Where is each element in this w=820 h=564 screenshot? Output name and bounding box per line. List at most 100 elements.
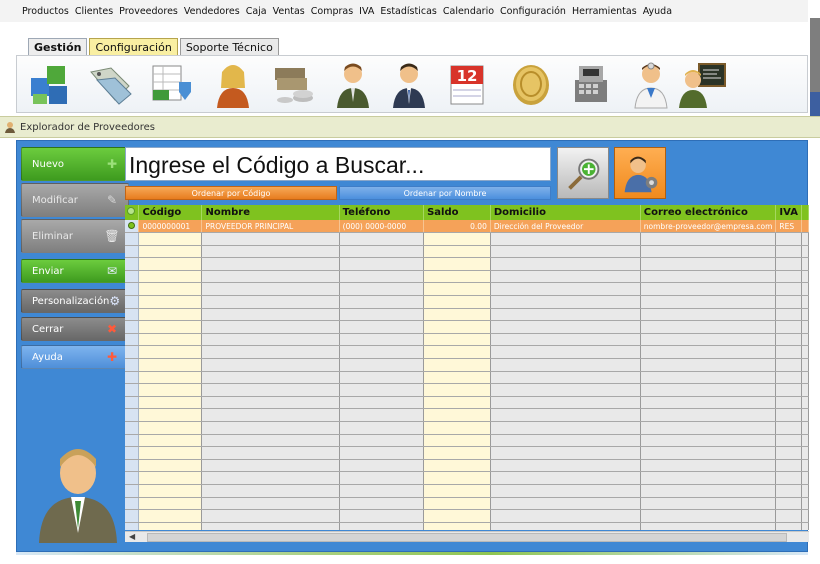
empty-table-row[interactable] — [125, 308, 809, 322]
table-cell[interactable] — [490, 358, 641, 372]
tab-0[interactable]: Gestión — [28, 38, 88, 56]
table-cell[interactable] — [339, 434, 425, 448]
table-cell[interactable] — [775, 408, 802, 422]
table-cell[interactable] — [775, 308, 802, 322]
empty-table-row[interactable] — [125, 446, 809, 460]
excel-import-icon[interactable] — [145, 58, 197, 110]
table-cell[interactable] — [138, 396, 203, 410]
table-cell[interactable] — [339, 320, 425, 334]
table-cell[interactable] — [201, 484, 340, 498]
horizontal-scrollbar[interactable]: ◀ — [125, 531, 809, 542]
table-cell[interactable] — [490, 295, 641, 309]
table-cell[interactable] — [201, 282, 340, 297]
column-header[interactable]: IVA — [775, 205, 802, 220]
scroll-thumb[interactable] — [147, 533, 787, 542]
column-header[interactable]: Domicilio — [490, 205, 641, 220]
table-cell[interactable] — [640, 497, 777, 511]
personalización-button[interactable]: Personalización ⚙ — [21, 289, 129, 313]
table-cell[interactable] — [775, 396, 802, 410]
table-cell[interactable] — [138, 421, 203, 435]
table-cell[interactable] — [775, 295, 802, 309]
table-cell[interactable] — [138, 497, 203, 511]
table-cell[interactable] — [775, 522, 802, 530]
menu-item-2[interactable]: Proveedores — [119, 6, 178, 17]
menu-item-9[interactable]: Calendario — [443, 6, 494, 17]
table-cell[interactable] — [640, 345, 777, 360]
table-row[interactable]: 0000000001 PROVEEDOR PRINCIPAL (000) 0000-… — [125, 220, 809, 234]
table-cell[interactable] — [775, 459, 802, 473]
table-cell[interactable] — [775, 282, 802, 297]
table-cell[interactable] — [339, 471, 425, 485]
table-cell[interactable] — [138, 232, 203, 246]
menu-item-5[interactable]: Ventas — [273, 6, 305, 17]
table-cell[interactable] — [775, 509, 802, 523]
search-input[interactable]: Ingrese el Código a Buscar... — [125, 147, 551, 181]
ayuda-button[interactable]: Ayuda ✚ — [21, 345, 129, 369]
table-cell[interactable] — [423, 245, 491, 259]
empty-table-row[interactable] — [125, 257, 809, 271]
column-header[interactable]: Nombre — [201, 205, 340, 220]
table-cell[interactable] — [423, 270, 491, 284]
menu-item-10[interactable]: Configuración — [500, 6, 566, 17]
table-cell[interactable] — [138, 383, 203, 397]
menu-item-3[interactable]: Vendedores — [184, 6, 240, 17]
seller-man-icon[interactable] — [327, 58, 379, 110]
table-cell[interactable] — [490, 333, 641, 347]
table-cell[interactable] — [640, 358, 777, 372]
table-cell[interactable] — [423, 497, 491, 511]
empty-table-row[interactable] — [125, 421, 809, 435]
empty-table-row[interactable] — [125, 245, 809, 259]
table-cell[interactable] — [423, 282, 491, 297]
table-cell[interactable] — [775, 333, 802, 347]
table-cell[interactable]: Dirección del Proveedor — [490, 220, 641, 234]
table-cell[interactable] — [201, 358, 340, 372]
column-header[interactable]: Código — [138, 205, 203, 220]
empty-table-row[interactable] — [125, 484, 809, 498]
table-cell[interactable] — [339, 484, 425, 498]
table-cell[interactable] — [423, 295, 491, 309]
table-cell[interactable] — [490, 434, 641, 448]
table-cell[interactable] — [775, 232, 802, 246]
table-cell[interactable] — [775, 471, 802, 485]
table-cell[interactable] — [640, 245, 777, 259]
table-cell[interactable] — [423, 396, 491, 410]
menu-item-0[interactable]: Productos — [22, 6, 69, 17]
table-cell[interactable] — [640, 270, 777, 284]
table-cell[interactable] — [138, 257, 203, 271]
table-cell[interactable] — [490, 497, 641, 511]
table-cell[interactable] — [201, 383, 340, 397]
enviar-button[interactable]: Enviar ✉ — [21, 259, 129, 283]
table-cell[interactable] — [490, 459, 641, 473]
table-cell[interactable] — [201, 434, 340, 448]
table-cell[interactable] — [490, 471, 641, 485]
coin-icon[interactable] — [505, 58, 557, 110]
table-cell[interactable] — [339, 509, 425, 523]
table-cell[interactable] — [138, 333, 203, 347]
table-cell[interactable] — [138, 345, 203, 360]
table-cell[interactable] — [339, 257, 425, 271]
table-cell[interactable] — [201, 333, 340, 347]
clients-woman-icon[interactable] — [207, 58, 259, 110]
table-cell[interactable] — [423, 421, 491, 435]
table-cell[interactable] — [138, 434, 203, 448]
table-cell[interactable] — [490, 320, 641, 334]
table-cell[interactable] — [138, 446, 203, 460]
menu-item-4[interactable]: Caja — [246, 6, 267, 17]
tab-1[interactable]: Configuración — [89, 38, 178, 56]
table-cell[interactable] — [423, 471, 491, 485]
table-cell[interactable] — [775, 421, 802, 435]
table-cell[interactable] — [138, 245, 203, 259]
table-cell[interactable] — [339, 333, 425, 347]
table-cell[interactable] — [138, 371, 203, 385]
table-cell[interactable]: nombre-proveedor@empresa.com — [640, 220, 777, 234]
table-cell[interactable] — [490, 509, 641, 523]
table-cell[interactable] — [640, 471, 777, 485]
table-cell[interactable] — [201, 320, 340, 334]
table-cell[interactable] — [640, 257, 777, 271]
table-cell[interactable] — [775, 320, 802, 334]
table-cell[interactable] — [201, 232, 340, 246]
empty-table-row[interactable] — [125, 408, 809, 422]
menu-item-6[interactable]: Compras — [311, 6, 353, 17]
table-cell[interactable] — [775, 497, 802, 511]
table-cell[interactable] — [339, 497, 425, 511]
